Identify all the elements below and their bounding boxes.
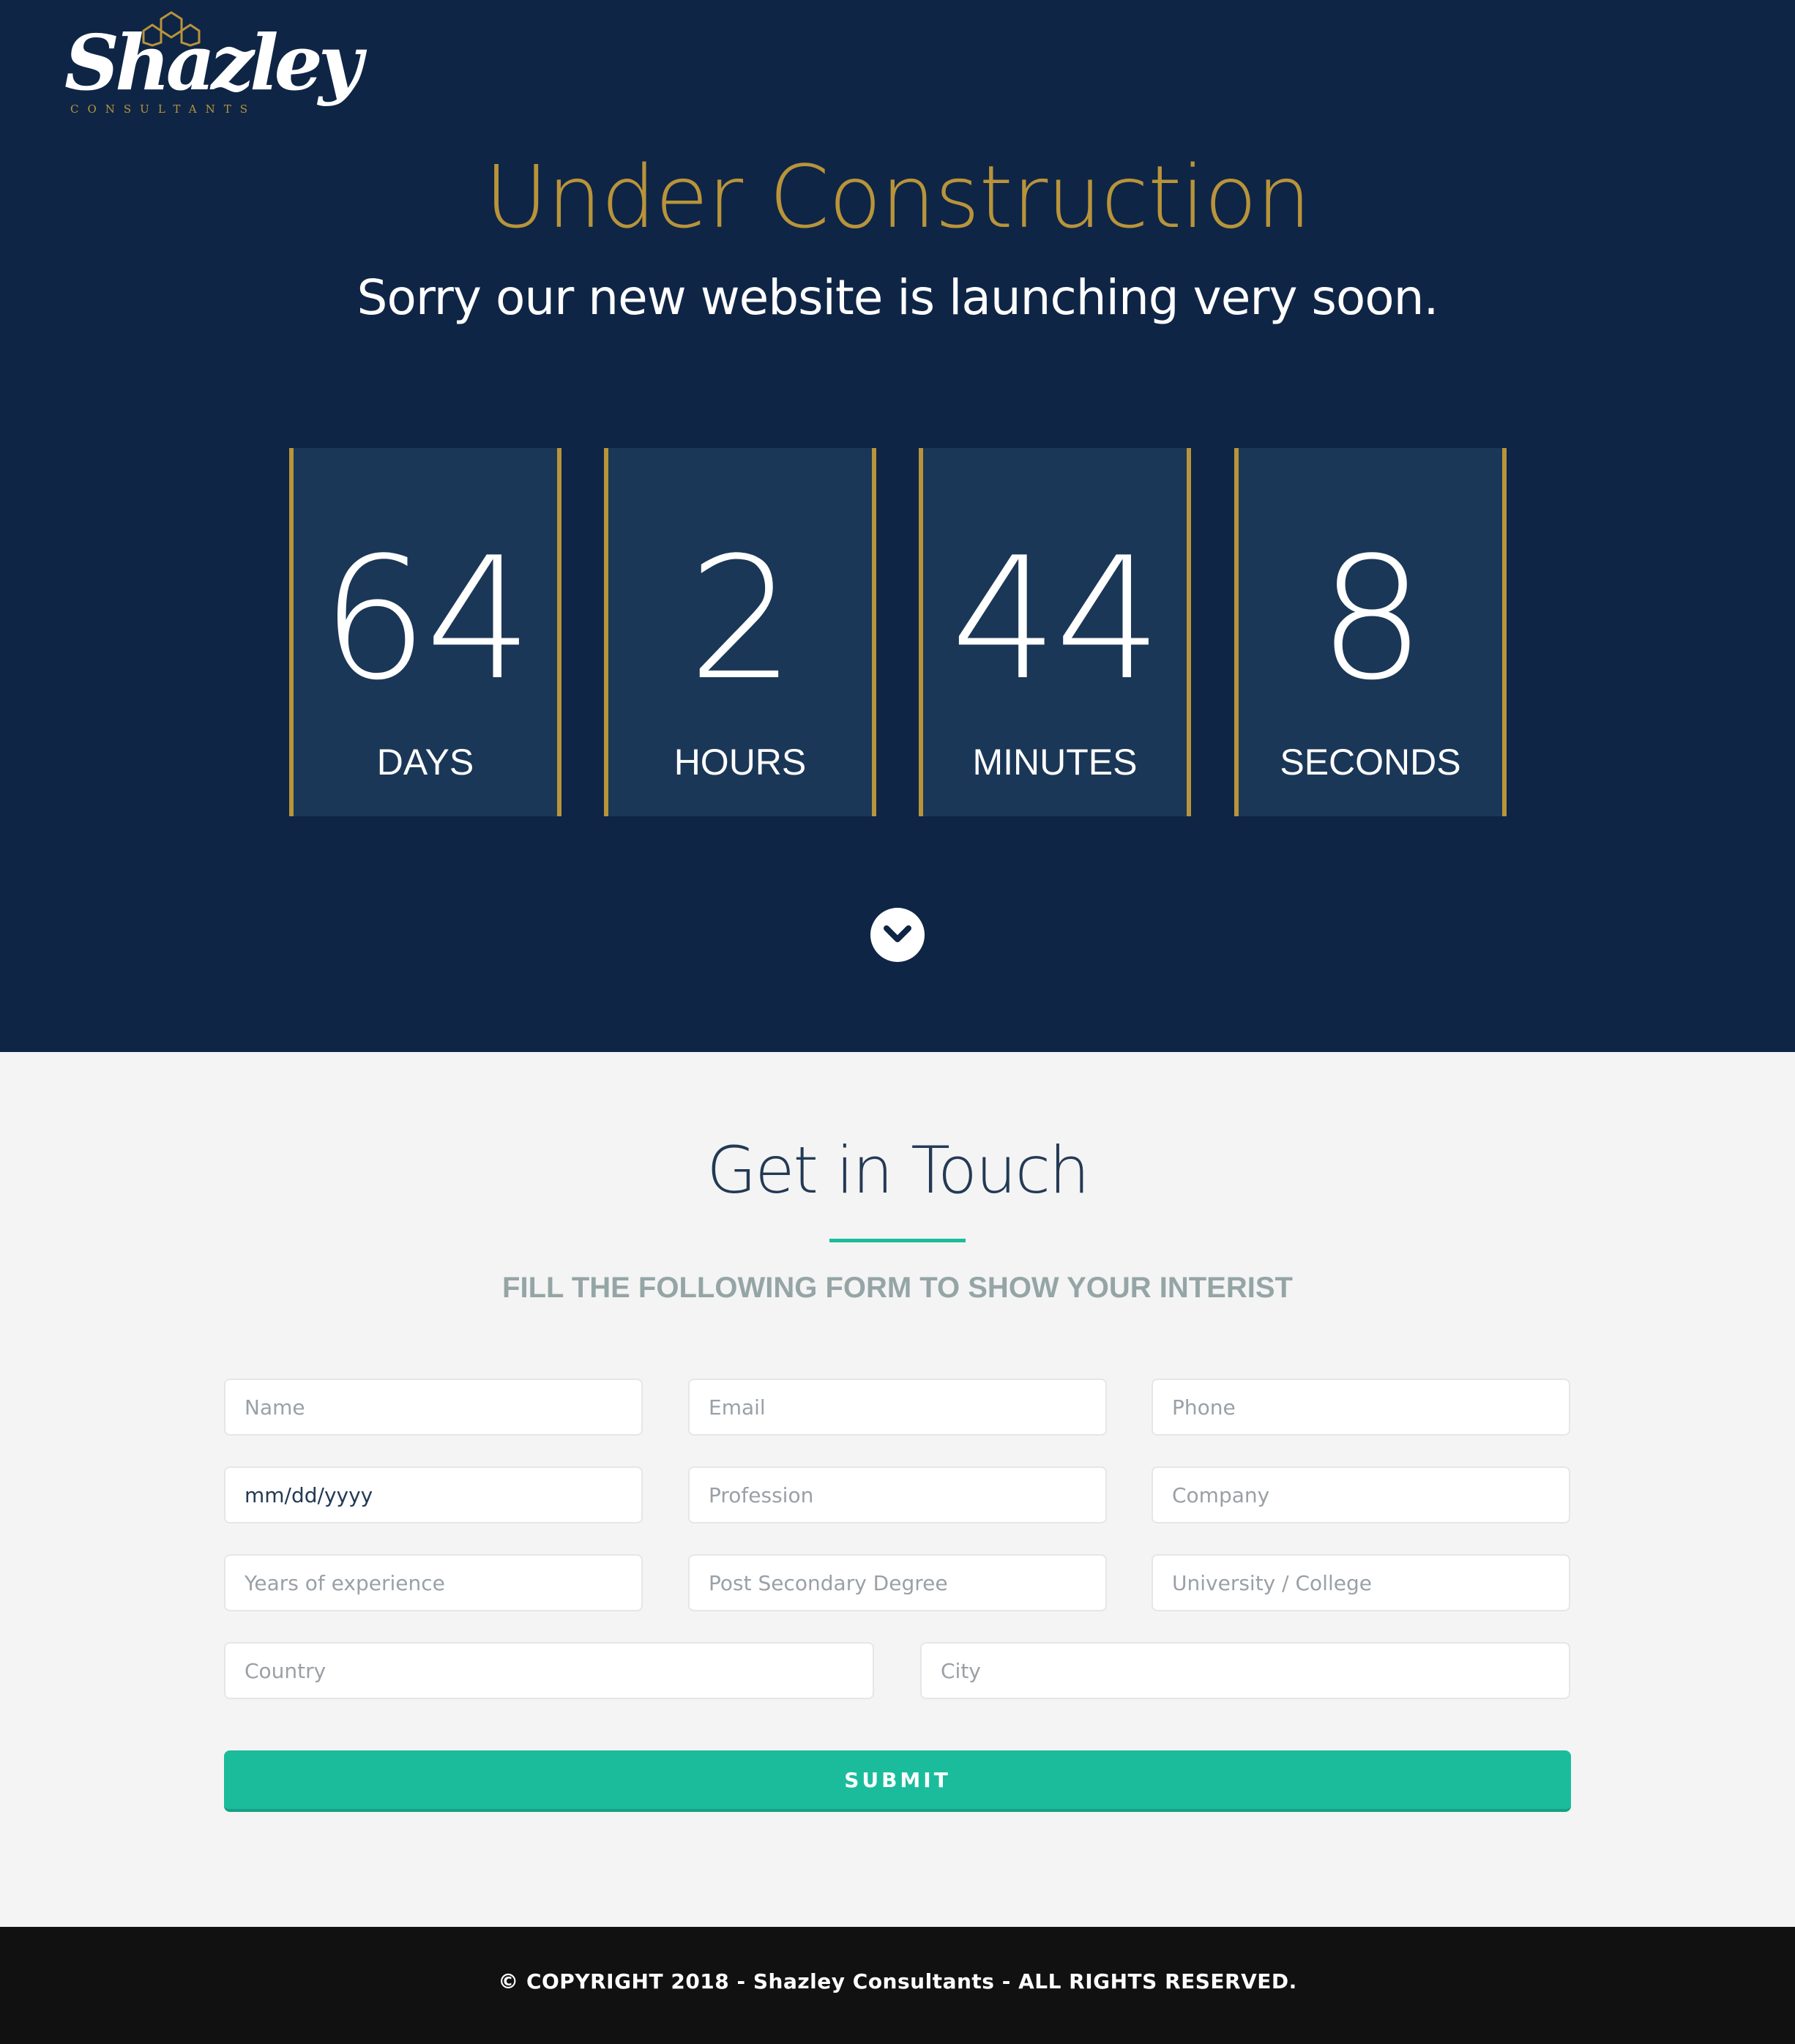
countdown-hours-label: HOURS xyxy=(673,742,807,783)
university-input[interactable] xyxy=(1152,1554,1570,1611)
countdown-minutes-label: MINUTES xyxy=(972,742,1138,783)
experience-input[interactable] xyxy=(224,1554,643,1611)
countdown-seconds: 8 SECONDS xyxy=(1234,448,1507,816)
logo-text: Shazley xyxy=(64,18,362,108)
copyright-text: © COPYRIGHT 2018 - Shazley Consultants -… xyxy=(498,1969,1297,1993)
countdown-minutes-value: 44 xyxy=(950,522,1163,717)
email-input[interactable] xyxy=(688,1379,1107,1436)
footer: © COPYRIGHT 2018 - Shazley Consultants -… xyxy=(0,1927,1795,2044)
phone-input[interactable] xyxy=(1152,1379,1570,1436)
page-subtitle: Sorry our new website is launching very … xyxy=(357,269,1439,326)
date-input-format: mm/dd/yyyy xyxy=(245,1482,373,1507)
name-input[interactable] xyxy=(224,1379,643,1436)
countdown-days: 64 DAYS xyxy=(289,448,561,816)
chevron-down-icon xyxy=(884,925,911,942)
contact-section: Get in Touch FILL THE FOLLOWING FORM TO … xyxy=(0,1052,1795,1927)
city-input[interactable] xyxy=(920,1642,1570,1699)
countdown-hours-value: 2 xyxy=(687,522,795,717)
countdown-days-label: DAYS xyxy=(376,742,474,783)
page-title: Under Construction xyxy=(484,146,1311,247)
profession-input[interactable] xyxy=(688,1466,1107,1523)
country-input[interactable] xyxy=(224,1642,874,1699)
countdown-timer: 64 DAYS 2 HOURS 44 MINUTES 8 SECONDS xyxy=(289,448,1507,816)
scroll-down-button[interactable] xyxy=(870,908,925,962)
logo[interactable]: Shazley CONSULTANTS xyxy=(64,10,362,127)
countdown-hours: 2 HOURS xyxy=(604,448,876,816)
degree-input[interactable] xyxy=(688,1554,1107,1611)
date-input[interactable]: mm/dd/yyyy xyxy=(224,1466,643,1523)
contact-subtitle: FILL THE FOLLOWING FORM TO SHOW YOUR INT… xyxy=(502,1272,1293,1304)
countdown-seconds-label: SECONDS xyxy=(1280,742,1461,783)
logo-subtext: CONSULTANTS xyxy=(70,102,256,116)
submit-button[interactable]: SUBMIT xyxy=(224,1750,1571,1812)
title-divider xyxy=(829,1239,966,1242)
company-input[interactable] xyxy=(1152,1466,1570,1523)
contact-title: Get in Touch xyxy=(706,1133,1090,1208)
countdown-minutes: 44 MINUTES xyxy=(919,448,1191,816)
countdown-days-value: 64 xyxy=(321,522,533,717)
hero-section: Shazley CONSULTANTS Under Construction S… xyxy=(0,0,1795,1052)
countdown-seconds-value: 8 xyxy=(1318,522,1425,717)
